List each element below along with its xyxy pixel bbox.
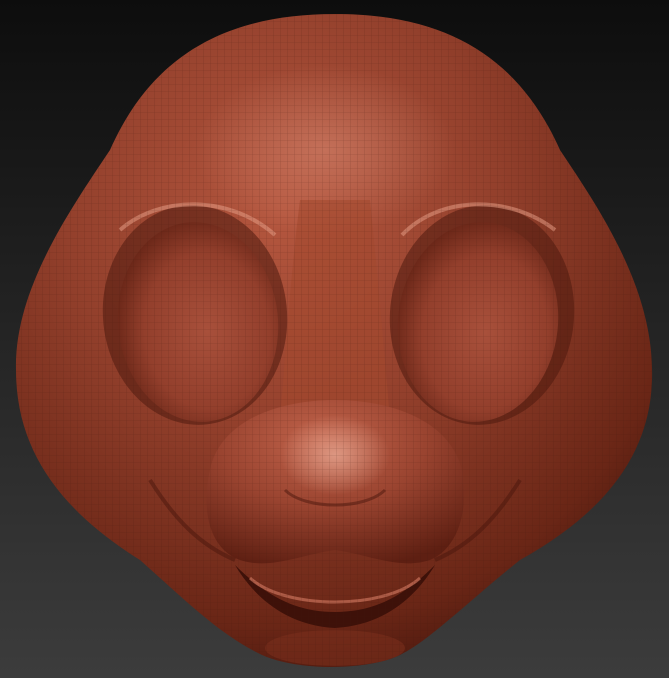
viewport-canvas[interactable] [0, 0, 669, 678]
sculpt-render [0, 0, 669, 678]
